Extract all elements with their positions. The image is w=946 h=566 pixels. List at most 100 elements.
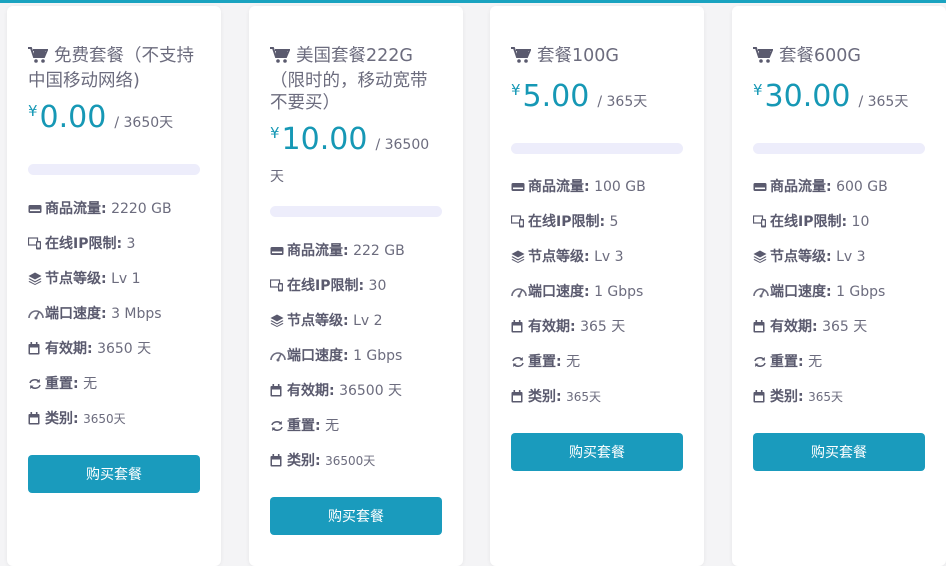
feature-row: 端口速度: 3 Mbps xyxy=(28,303,162,324)
buy-plan-button[interactable]: 购买套餐 xyxy=(270,497,442,535)
feature-value: 365天 xyxy=(566,390,601,404)
feature-row: 商品流量: 100 GB xyxy=(511,176,646,197)
feature-row: 有效期: 36500 天 xyxy=(270,380,402,401)
feature-label: 商品流量: xyxy=(287,243,349,259)
feature-label: 类别: xyxy=(287,453,321,469)
feature-label: 重置: xyxy=(528,354,562,370)
currency-symbol: ¥ xyxy=(28,102,38,120)
feature-value: 1 Gbps xyxy=(353,348,403,364)
progress-bar xyxy=(270,206,442,217)
calendar-icon xyxy=(511,320,525,337)
feature-row: 端口速度: 1 Gbps xyxy=(270,345,402,366)
buy-plan-button[interactable]: 购买套餐 xyxy=(753,433,925,471)
feature-value: Lv 2 xyxy=(353,313,383,329)
feature-label: 有效期: xyxy=(287,383,335,399)
calendar-icon xyxy=(753,320,767,337)
top-accent-strip xyxy=(0,0,946,3)
feature-row: 类别: 3650天 xyxy=(28,408,126,429)
cart-icon xyxy=(28,47,49,70)
feature-label: 端口速度: xyxy=(770,284,832,300)
feature-row: 重置: 无 xyxy=(270,415,339,436)
feature-label: 节点等级: xyxy=(770,249,832,265)
plan-title: 免费套餐（不支持中国移动网络) xyxy=(28,45,200,92)
feature-value: 1 Gbps xyxy=(594,284,644,300)
feature-row: 有效期: 365 天 xyxy=(511,316,625,337)
devices-icon xyxy=(510,215,525,232)
plan-title-text: 套餐600G xyxy=(779,46,861,66)
feature-row: 有效期: 365 天 xyxy=(753,316,867,337)
feature-value: 无 xyxy=(325,418,340,434)
calendar-icon xyxy=(270,384,284,401)
price-period-unit: 天 xyxy=(270,169,284,185)
plan-price: ¥30.00 / 365天 xyxy=(753,79,925,114)
feature-value: 3 Mbps xyxy=(111,306,162,322)
reset-icon xyxy=(511,356,525,372)
feature-label: 端口速度: xyxy=(45,306,107,322)
feature-label: 类别: xyxy=(528,389,562,405)
feature-label: 类别: xyxy=(770,389,804,405)
calendar-icon xyxy=(511,390,525,407)
feature-value: 365天 xyxy=(808,390,843,404)
layers-icon xyxy=(28,272,42,289)
feature-label: 节点等级: xyxy=(287,313,349,329)
feature-row: 在线IP限制: 30 xyxy=(269,275,386,296)
feature-label: 重置: xyxy=(770,354,804,370)
devices-icon xyxy=(269,279,284,296)
plan-price: ¥0.00 / 3650天 xyxy=(28,100,200,135)
calendar-icon xyxy=(28,342,42,359)
feature-label: 有效期: xyxy=(528,319,576,335)
feature-value: 222 GB xyxy=(353,243,405,259)
plan-title-text: 套餐100G xyxy=(537,46,619,66)
feature-value: 3650 天 xyxy=(97,341,152,357)
speedometer-icon xyxy=(28,308,44,324)
feature-value: 无 xyxy=(83,376,98,392)
cart-icon xyxy=(511,47,532,70)
feature-row: 在线IP限制: 3 xyxy=(27,233,135,254)
feature-label: 在线IP限制: xyxy=(287,278,365,294)
plan-card: 套餐600G ¥30.00 / 365天 购买套餐 商品流量: 600 GB 在线I… xyxy=(732,6,946,566)
feature-row: 类别: 365天 xyxy=(753,386,843,407)
feature-row: 端口速度: 1 Gbps xyxy=(753,281,885,302)
price-value: 5.00 xyxy=(522,79,590,114)
plan-price: ¥10.00 / 36500 xyxy=(270,122,442,157)
feature-row: 在线IP限制: 10 xyxy=(752,211,869,232)
feature-value: Lv 3 xyxy=(594,249,624,265)
feature-row: 节点等级: Lv 2 xyxy=(270,310,383,331)
feature-value: 无 xyxy=(808,354,823,370)
plan-title-text: 美国套餐222G（限时的，移动宽带不要买） xyxy=(270,46,428,113)
currency-symbol: ¥ xyxy=(753,81,763,99)
reset-icon xyxy=(28,378,42,394)
feature-row: 商品流量: 222 GB xyxy=(270,240,405,261)
progress-bar xyxy=(28,164,200,175)
cart-icon xyxy=(753,47,774,70)
price-value: 10.00 xyxy=(281,122,368,157)
feature-label: 有效期: xyxy=(45,341,93,357)
progress-bar xyxy=(753,143,925,154)
price-period: / 36500 xyxy=(375,137,430,153)
devices-icon xyxy=(27,237,42,254)
plan-title-text: 免费套餐（不支持中国移动网络) xyxy=(28,46,194,91)
feature-row: 商品流量: 600 GB xyxy=(753,176,888,197)
buy-plan-button[interactable]: 购买套餐 xyxy=(511,433,683,471)
hdd-icon xyxy=(28,203,42,219)
feature-value: 365 天 xyxy=(822,319,868,335)
feature-row: 重置: 无 xyxy=(28,373,97,394)
feature-label: 重置: xyxy=(287,418,321,434)
feature-label: 有效期: xyxy=(770,319,818,335)
price-period: / 365天 xyxy=(858,94,909,110)
layers-icon xyxy=(270,314,284,331)
plan-card: 免费套餐（不支持中国移动网络) ¥0.00 / 3650天 购买套餐 商品流量: … xyxy=(7,6,221,566)
reset-icon xyxy=(753,356,767,372)
feature-value: 2220 GB xyxy=(111,201,172,217)
currency-symbol: ¥ xyxy=(270,124,280,142)
feature-row: 节点等级: Lv 3 xyxy=(753,246,866,267)
feature-row: 节点等级: Lv 3 xyxy=(511,246,624,267)
price-period: / 3650天 xyxy=(114,115,174,131)
feature-label: 节点等级: xyxy=(528,249,590,265)
feature-label: 商品流量: xyxy=(770,179,832,195)
plan-title: 套餐100G xyxy=(511,45,683,70)
calendar-icon xyxy=(753,390,767,407)
buy-plan-button[interactable]: 购买套餐 xyxy=(28,455,200,493)
calendar-icon xyxy=(270,454,284,471)
feature-row: 有效期: 3650 天 xyxy=(28,338,151,359)
